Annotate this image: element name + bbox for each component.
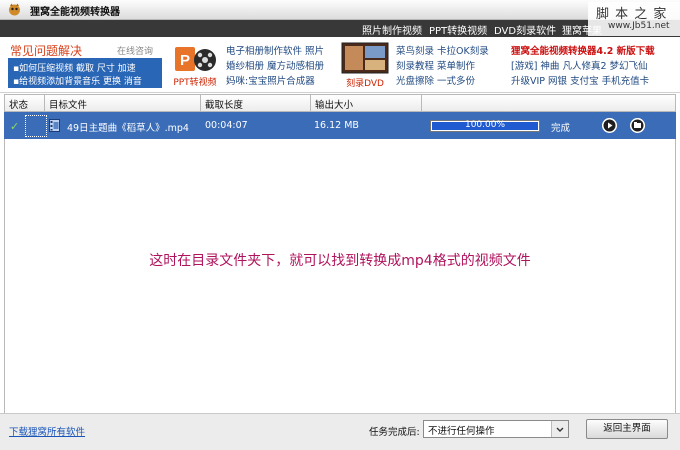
column-divider[interactable] xyxy=(44,95,45,111)
row-focus-box xyxy=(25,115,47,137)
watermark: 脚 本 之 家 www.Jb51.net xyxy=(588,2,680,36)
ad-link-erase[interactable]: 光盘擦除 一式多份 xyxy=(396,73,475,87)
watermark-url: www.Jb51.net xyxy=(608,21,670,31)
task-complete-value: 不进行任何操作 xyxy=(428,426,495,437)
title-bar: 狸窝全能视频转换器 xyxy=(0,0,680,20)
ad-panel: 常见问题解决 在线咨询 ▪如何压缩视频 截取 尺寸 加速 ▪给视频添加背景音乐 … xyxy=(0,37,680,93)
progress-label: 100.00% xyxy=(464,120,506,130)
dropdown-button[interactable] xyxy=(551,421,568,437)
video-file-icon xyxy=(49,119,60,132)
menu-photo-video[interactable]: 照片制作视频 xyxy=(362,22,422,37)
column-divider[interactable] xyxy=(310,95,311,111)
faq-link-music[interactable]: ▪给视频添加背景音乐 更换 消音 xyxy=(13,74,142,87)
footer-bar: 下载狸窝所有软件 任务完成后: 不进行任何操作 返回主界面 xyxy=(0,413,680,450)
annotation-caption: 这时在目录文件夹下，就可以找到转换成mp4格式的视频文件 xyxy=(149,253,531,269)
faq-link-compress[interactable]: ▪如何压缩视频 截取 尺寸 加速 xyxy=(13,61,136,74)
check-icon[interactable]: ✓ xyxy=(10,120,19,133)
play-icon[interactable] xyxy=(602,118,617,133)
col-header-status[interactable]: 状态 xyxy=(9,97,28,111)
ad-link-vip[interactable]: 升级VIP 网银 支付宝 手机充值卡 xyxy=(511,73,649,87)
chevron-down-icon xyxy=(556,427,564,432)
ad-link-burn-tutorial[interactable]: 刻录教程 菜单制作 xyxy=(396,58,475,72)
faq-online-link[interactable]: 在线咨询 xyxy=(117,44,153,57)
row-status-text: 完成 xyxy=(551,123,571,134)
menu-bar: 照片制作视频 PPT转换视频 DVD刻录软件 狸窝苹果 xyxy=(0,20,680,37)
faq-box: ▪如何压缩视频 截取 尺寸 加速 ▪给视频添加背景音乐 更换 消音 xyxy=(8,58,162,88)
task-complete-label: 任务完成后: xyxy=(369,427,420,438)
open-folder-icon[interactable] xyxy=(630,118,645,133)
faq-title: 常见问题解决 xyxy=(10,44,83,58)
watermark-text: 脚 本 之 家 xyxy=(596,7,668,22)
col-header-output-size[interactable]: 输出大小 xyxy=(315,97,353,111)
return-home-label: 返回主界面 xyxy=(603,423,651,434)
app-logo-icon xyxy=(9,3,20,16)
ad-link-burn[interactable]: 菜鸟刻录 卡拉OK刻录 xyxy=(396,43,489,57)
task-complete-select[interactable]: 不进行任何操作 xyxy=(423,420,569,438)
row-size: 16.12 MB xyxy=(314,120,359,131)
svg-text:P: P xyxy=(180,52,190,69)
ppt-label: PPT转视频 xyxy=(173,78,217,88)
dvd-burn-banner[interactable]: 刻录DVD xyxy=(341,42,389,89)
dvd-label: 刻录DVD xyxy=(346,79,384,89)
col-header-length[interactable]: 截取长度 xyxy=(205,97,243,111)
ad-link-album[interactable]: 电子相册制作软件 照片 xyxy=(226,43,324,57)
ppt-icon: P xyxy=(175,47,216,71)
window-title: 狸窝全能视频转换器 xyxy=(30,7,120,18)
ad-link-wedding[interactable]: 婚纱相册 魔方动感相册 xyxy=(226,58,324,72)
ad-link-baby[interactable]: 妈咪:宝宝照片合成器 xyxy=(226,73,315,87)
progress-bar: 100.00% xyxy=(430,120,540,132)
row-length: 00:04:07 xyxy=(205,120,248,131)
menu-ppt-video[interactable]: PPT转换视频 xyxy=(429,22,487,37)
table-row[interactable]: ✓ 49日主题曲《稻草人》.mp4 00:04:07 16.12 MB 100.… xyxy=(4,112,676,139)
download-all-link[interactable]: 下载狸窝所有软件 xyxy=(9,424,85,438)
column-divider[interactable] xyxy=(421,95,422,111)
dvd-thumbnail-icon xyxy=(341,42,389,74)
table-header: 状态 目标文件 截取长度 输出大小 xyxy=(4,94,676,112)
ad-link-new-version[interactable]: 狸窝全能视频转换器4.2 新版下载 xyxy=(511,43,655,57)
file-list-area[interactable] xyxy=(4,139,676,413)
ad-link-games[interactable]: [游戏] 神曲 凡人修真2 梦幻飞仙 xyxy=(511,58,648,72)
column-divider[interactable] xyxy=(200,95,201,111)
menu-dvd-burn[interactable]: DVD刻录软件 xyxy=(494,22,556,37)
row-file-name: 49日主题曲《稻草人》.mp4 xyxy=(67,123,189,134)
return-home-button[interactable]: 返回主界面 xyxy=(586,419,668,439)
col-header-target-file[interactable]: 目标文件 xyxy=(49,97,87,111)
ppt-to-video-banner[interactable]: P PPT转视频 xyxy=(171,44,219,88)
